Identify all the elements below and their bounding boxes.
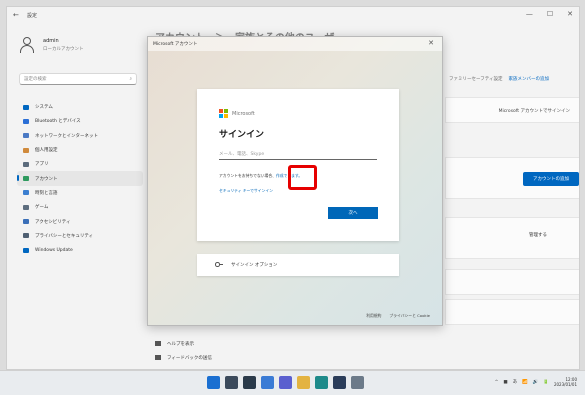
title-bar: ← 設定 — ☐ ✕: [7, 7, 579, 23]
maximize-icon[interactable]: ☐: [547, 10, 553, 18]
sidebar-item-windows-update[interactable]: Windows Update: [17, 243, 143, 257]
taskbar-apps: [207, 376, 364, 389]
tray-overflow-icon[interactable]: ^: [495, 380, 499, 385]
card-label: Microsoft アカウントでサインイン: [498, 109, 570, 114]
help-icon: [155, 341, 161, 346]
close-icon[interactable]: ✕: [567, 10, 573, 18]
get-help-link[interactable]: ヘルプを表示: [155, 341, 212, 347]
security-key-link[interactable]: セキュリティ キーでサインイン: [219, 188, 273, 194]
game-icon: [23, 204, 29, 210]
wifi-icon[interactable]: 📶: [522, 380, 528, 385]
microsoft-logo-text: Microsoft: [232, 110, 255, 117]
no-account-text: アカウントをお持ちでない場合、: [219, 173, 276, 178]
signin-ms-account-card[interactable]: Microsoft アカウントでサインイン: [445, 97, 579, 123]
add-family-member-link[interactable]: 家族メンバーの追加: [508, 76, 549, 82]
system-icon: [23, 104, 29, 110]
task-view-icon[interactable]: [243, 376, 256, 389]
avatar-icon: [19, 37, 35, 53]
extra-card-2: [445, 299, 579, 325]
profile-name: admin: [43, 38, 59, 44]
accessibility-icon: [23, 219, 29, 225]
minimize-icon[interactable]: —: [526, 10, 533, 18]
widgets-icon[interactable]: [261, 376, 274, 389]
microsoft-logo: Microsoft: [219, 109, 255, 118]
file-explorer-icon[interactable]: [297, 376, 310, 389]
shield-icon: [23, 233, 29, 239]
search-placeholder: 設定の検索: [24, 77, 47, 82]
bluetooth-icon: [23, 118, 29, 124]
clock-date: 2023/01/01: [553, 382, 577, 388]
clock[interactable]: 12:00 2023/01/01: [554, 377, 577, 387]
settings-search-input[interactable]: 設定の検索 ⌕: [19, 73, 137, 85]
battery-icon[interactable]: 🔋: [543, 380, 549, 385]
manage-button[interactable]: 管理する: [529, 232, 547, 238]
next-button[interactable]: 次へ: [328, 207, 378, 219]
edge-icon[interactable]: [315, 376, 328, 389]
search-icon: ⌕: [129, 77, 132, 82]
brush-icon: [23, 147, 29, 153]
microsoft-account-dialog: Microsoft アカウント ✕ Microsoft サインイン アカウントを…: [147, 36, 443, 326]
manage-card: [445, 217, 579, 259]
sidebar-item-accessibility[interactable]: アクセシビリティ: [17, 214, 143, 228]
help-links: ヘルプを表示 フィードバックの送信: [155, 341, 212, 361]
window-controls: — ☐ ✕: [526, 10, 573, 18]
chat-icon[interactable]: [279, 376, 292, 389]
back-arrow-icon[interactable]: ←: [13, 11, 19, 19]
signin-options-button[interactable]: サインイン オプション: [197, 254, 399, 276]
app-name: 設定: [27, 13, 38, 19]
microsoft-logo-icon: [219, 109, 228, 118]
ime-icon[interactable]: あ: [513, 379, 518, 385]
dialog-title-bar: Microsoft アカウント ✕: [148, 37, 442, 51]
family-links: ファミリーセーフティ設定 家族メンバーの追加: [449, 76, 549, 82]
sidebar-nav: システム Bluetooth とデバイス ネットワークとインターネット 個人用設…: [17, 100, 143, 257]
sidebar-item-accounts[interactable]: アカウント: [17, 171, 143, 186]
add-account-button[interactable]: アカウントの追加: [523, 172, 579, 186]
signin-options-label: サインイン オプション: [231, 263, 278, 268]
sidebar-item-system[interactable]: システム: [17, 100, 143, 114]
search-icon[interactable]: [225, 376, 238, 389]
network-icon: [23, 133, 29, 139]
volume-icon[interactable]: 🔊: [533, 380, 539, 385]
email-field[interactable]: [219, 149, 377, 160]
store-icon[interactable]: [333, 376, 346, 389]
dialog-footer: 利用規約 プライバシーと Cookie: [366, 313, 430, 319]
system-tray: ^ ■ あ 📶 🔊 🔋 12:00 2023/01/01: [495, 377, 577, 387]
sidebar-item-privacy[interactable]: プライバシーとセキュリティ: [17, 229, 143, 243]
profile-subtitle: ローカルアカウント: [43, 47, 84, 52]
update-icon: [23, 247, 29, 253]
terms-link[interactable]: 利用規約: [366, 313, 381, 319]
sidebar-item-network[interactable]: ネットワークとインターネット: [17, 129, 143, 143]
signin-heading: サインイン: [219, 130, 265, 140]
sidebar-item-bluetooth[interactable]: Bluetooth とデバイス: [17, 114, 143, 128]
close-icon[interactable]: ✕: [428, 39, 434, 47]
sidebar-item-time-language[interactable]: 時刻と言語: [17, 186, 143, 200]
sidebar-item-gaming[interactable]: ゲーム: [17, 200, 143, 214]
clock-icon: [23, 190, 29, 196]
family-safety-link[interactable]: ファミリーセーフティ設定: [449, 76, 502, 82]
key-icon: [215, 262, 223, 268]
sidebar-item-apps[interactable]: アプリ: [17, 157, 143, 171]
privacy-link[interactable]: プライバシーと Cookie: [389, 313, 430, 319]
settings-icon[interactable]: [351, 376, 364, 389]
taskbar: ^ ■ あ 📶 🔊 🔋 12:00 2023/01/01: [0, 370, 585, 395]
feedback-link[interactable]: フィードバックの送信: [155, 355, 212, 361]
feedback-icon: [155, 355, 161, 360]
start-icon[interactable]: [207, 376, 220, 389]
sidebar-item-personalization[interactable]: 個人用設定: [17, 143, 143, 157]
dialog-title: Microsoft アカウント: [153, 42, 198, 47]
account-icon: [23, 176, 29, 182]
highlight-box: [288, 165, 317, 190]
extra-card-1: [445, 269, 579, 295]
tray-app-icon[interactable]: ■: [503, 380, 507, 385]
apps-icon: [23, 161, 29, 167]
user-profile: admin ローカルアカウント: [19, 37, 84, 53]
